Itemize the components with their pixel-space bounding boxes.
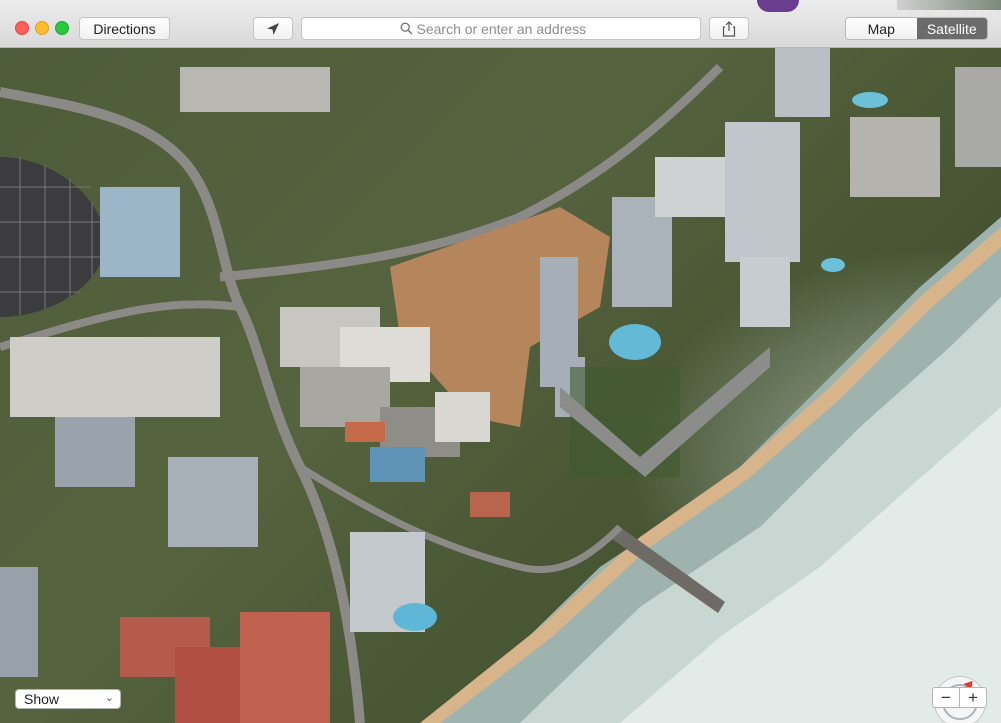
search-icon [399,22,413,35]
zoom-out-button[interactable]: − [933,688,959,707]
satellite-view-tab[interactable]: Satellite [916,18,987,39]
current-location-button[interactable] [253,17,293,40]
share-icon [722,20,736,37]
share-button[interactable] [709,17,749,40]
background-window-edge [757,0,799,12]
toolbar: Directions Map Satellite [0,0,1001,48]
close-button[interactable] [15,21,29,35]
zoom-in-button[interactable]: + [959,688,986,707]
search-input[interactable] [416,20,603,37]
show-menu[interactable]: Show ⌄ [15,689,121,709]
zoom-button[interactable] [55,21,69,35]
background-window-edge-right [897,0,1001,10]
minimize-button[interactable] [35,21,49,35]
map-view-tab[interactable]: Map [846,18,917,39]
satellite-map[interactable]: 3D [0,47,1001,723]
location-arrow-icon [267,22,279,35]
search-field[interactable] [301,17,701,40]
satellite-imagery [0,47,1001,723]
zoom-control[interactable]: − + [932,687,987,708]
view-mode-control[interactable]: Map Satellite [845,17,988,40]
chevron-down-icon: ⌄ [104,692,114,704]
show-menu-label: Show [24,691,60,707]
directions-button[interactable]: Directions [79,17,170,40]
maps-window: Directions Map Satellite [0,0,1001,723]
